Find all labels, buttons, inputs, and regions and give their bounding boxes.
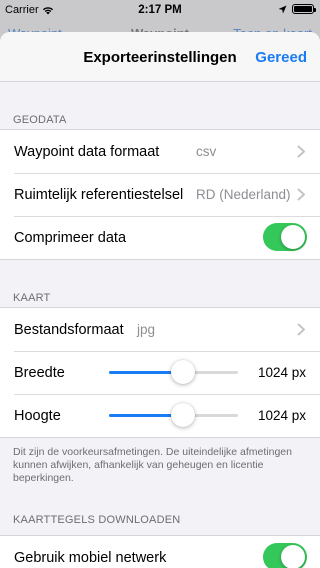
- reference-system-value: RD (Nederland): [196, 187, 291, 202]
- clock: 2:17 PM: [138, 4, 182, 16]
- waypoint-format-value: csv: [196, 144, 217, 159]
- height-row: Hoogte 1024 px: [0, 394, 320, 437]
- file-format-label: Bestandsformaat: [14, 321, 124, 338]
- compress-data-row: Comprimeer data: [0, 216, 320, 259]
- width-slider[interactable]: [109, 360, 238, 384]
- width-value: 1024 px: [257, 365, 306, 380]
- location-arrow-icon: [278, 5, 287, 13]
- mobile-network-row: Gebruik mobiel netwerk: [0, 536, 320, 568]
- section-header-kaart: KAART: [13, 292, 51, 304]
- chevron-right-icon: [297, 145, 305, 158]
- section-header-tiles: KAARTTEGELS DOWNLOADEN: [13, 514, 181, 526]
- status-icons: [278, 4, 316, 14]
- slider-thumb[interactable]: [170, 360, 195, 384]
- file-format-value: jpg: [137, 322, 156, 337]
- waypoint-format-label: Waypoint data formaat: [14, 143, 160, 160]
- mobile-network-label: Gebruik mobiel netwerk: [14, 549, 167, 566]
- status-bar: Carrier 2:17 PM: [0, 0, 320, 20]
- compress-data-toggle[interactable]: [263, 223, 307, 251]
- sheet-header: Exporteerinstellingen Gereed: [0, 32, 320, 82]
- kaart-group: Bestandsformaat jpg Breedte 1024 px Hoog…: [0, 307, 320, 438]
- compress-data-label: Comprimeer data: [14, 229, 127, 246]
- reference-system-label: Ruimtelijk referentiestelsel: [14, 186, 184, 203]
- file-format-row[interactable]: Bestandsformaat jpg: [0, 308, 320, 351]
- width-row: Breedte 1024 px: [0, 351, 320, 394]
- battery-icon: [292, 4, 316, 14]
- done-button[interactable]: Gereed: [255, 49, 307, 66]
- section-header-geodata: GEODATA: [13, 114, 67, 126]
- width-label: Breedte: [14, 364, 65, 381]
- geodata-group: Waypoint data formaat csv Ruimtelijk ref…: [0, 129, 320, 260]
- mobile-network-toggle[interactable]: [263, 543, 307, 568]
- toggle-knob: [281, 545, 305, 568]
- height-label: Hoogte: [14, 407, 61, 424]
- height-slider[interactable]: [109, 403, 238, 427]
- chevron-right-icon: [297, 188, 305, 201]
- tiles-group: Gebruik mobiel netwerk: [0, 535, 320, 568]
- height-value: 1024 px: [257, 408, 306, 423]
- reference-system-row[interactable]: Ruimtelijk referentiestelsel RD (Nederla…: [0, 173, 320, 216]
- chevron-right-icon: [297, 323, 305, 336]
- slider-thumb[interactable]: [170, 403, 195, 427]
- export-settings-sheet: Exporteerinstellingen Gereed GEODATA Way…: [0, 32, 320, 568]
- toggle-knob: [281, 225, 305, 249]
- size-footnote: Dit zijn de voorkeursafmetingen. De uite…: [13, 446, 292, 484]
- waypoint-format-row[interactable]: Waypoint data formaat csv: [0, 130, 320, 173]
